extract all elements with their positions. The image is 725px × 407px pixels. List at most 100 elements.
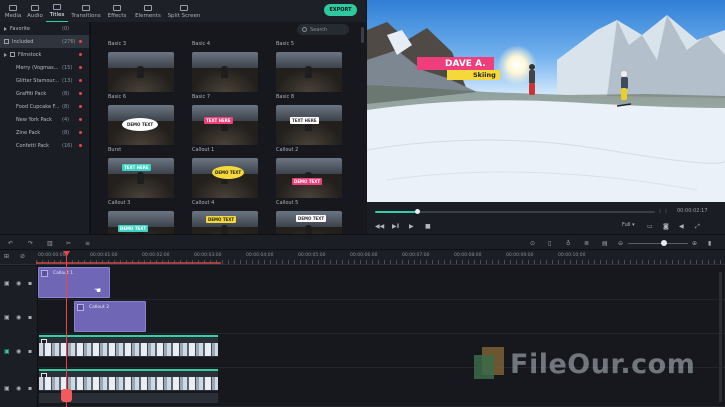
tab-media[interactable]: Media [2,1,24,22]
undo-icon[interactable]: ↶ [8,240,13,247]
tile-label: Callout 2 [276,147,299,153]
title-thumbnail-callout-4[interactable]: DEMO TEXT [192,158,258,198]
sidebar-item-filmstock[interactable]: Filmstock [0,48,89,61]
visibility-icon[interactable]: ◉ [16,314,21,321]
playback-scrubber[interactable] [375,209,655,214]
mark-out-icon[interactable]: ⁞ [665,208,667,215]
play-pause-icon[interactable]: ▶Ⅱ [392,223,400,230]
adjust-icon[interactable]: ≡ [85,240,90,247]
screenshot-icon[interactable]: ◙ [663,223,669,230]
lock-icon[interactable]: ▪ [28,280,32,287]
prev-frame-icon[interactable]: ◀◀ [375,223,384,230]
mixer-icon[interactable]: ≣ [584,240,589,247]
tab-titles[interactable]: Titles [46,1,68,22]
media-icon [9,5,17,11]
timecode: 00:00:02:17 [677,208,708,214]
ruler-label: 00:00:00:00 [38,253,66,258]
render-bar [36,262,221,264]
playhead[interactable] [66,254,67,407]
zoom-out-icon[interactable]: ⊖ [618,240,623,247]
player-controls: ⁞ ⁞ 00:00:02:17 ◀◀ ▶Ⅱ ▶ ■ Full ▾ ▭ ◙ ◀ ⤢ [367,202,725,234]
title-thumbnail-callout-3[interactable]: TEXT HERE [108,158,174,198]
new-dot-icon [79,131,82,134]
track-lane[interactable]: Callout 1 ☚ [38,266,725,300]
export-button[interactable]: EXPORT [324,4,357,16]
link-icon[interactable]: ⊘ [20,253,25,260]
mark-in-icon[interactable]: ⁞ [659,208,661,215]
tab-split-screen[interactable]: Split Screen [166,1,202,22]
playhead-marker[interactable] [61,389,72,402]
playback-progress [375,211,417,213]
title-track-icon: ▣ [4,314,10,321]
title-thumbnail-basic-7[interactable] [192,52,258,92]
title-thumbnail-callout-2[interactable]: TEXT HERE [276,105,342,145]
visibility-icon[interactable]: ◉ [16,385,21,392]
audio-meter-icon[interactable]: ▮ [708,240,711,247]
title-thumbnail-basic-6[interactable] [108,52,174,92]
tile-label: Basic 7 [192,94,211,100]
fullscreen-icon[interactable]: ⤢ [695,223,700,231]
sidebar-item-favorite[interactable]: Favorite (0) [0,22,89,35]
sidebar-item-graffiti[interactable]: Graffiti Pack (8) [0,87,89,100]
visibility-icon[interactable]: ◉ [16,280,21,287]
title-thumbnail-callout-1[interactable]: TEXT HERE [192,105,258,145]
volume-icon[interactable]: ◀ [679,223,684,230]
zoom-in-icon[interactable]: ⊕ [692,240,697,247]
title-thumbnail-basic-8[interactable] [276,52,342,92]
sidebar-item-new-york[interactable]: New York Pack (4) [0,113,89,126]
lock-icon[interactable]: ▪ [28,385,32,392]
visibility-icon[interactable]: ◉ [16,348,21,355]
track-header: ▣ ◉ ▪ [0,266,38,300]
tab-transitions[interactable]: Transitions [68,1,104,22]
sidebar-item-glitter[interactable]: Glitter Stamour... (13) [0,74,89,87]
tab-audio[interactable]: Audio [24,1,46,22]
title-clip[interactable]: Callout 1 ☚ [38,267,110,298]
tile-label: Callout 4 [192,200,215,206]
title-overlay-sport[interactable]: Skiing [447,70,500,80]
search-input[interactable]: Search [297,24,349,35]
timeline-ruler[interactable]: ⊞ ⊘ 00:00:00:00 00:00:01:00 00:00:02:00 … [0,250,725,265]
sidebar-item-merry[interactable]: Merry (Vogmas... (15) [0,61,89,74]
title-clip[interactable]: Callout 2 [74,301,146,332]
grid-scrollbar[interactable] [361,27,364,43]
zoom-slider[interactable] [628,243,688,244]
sidebar-item-confetti[interactable]: Confetti Pack (16) [0,139,89,152]
title-thumbnail-burst[interactable]: DEMO TEXT [108,105,174,145]
stop-icon[interactable]: ■ [425,223,431,230]
render-icon[interactable]: ⊙ [530,240,535,247]
zoom-slider-handle[interactable] [661,240,667,246]
delete-icon[interactable]: ▥ [47,240,53,247]
scrubber-handle[interactable] [415,209,420,214]
title-thumbnail[interactable]: DEMO TEXT [192,211,258,234]
video-preview[interactable]: DAVE A. Skiing [367,0,725,202]
tab-effects[interactable]: Effects [104,1,130,22]
title-overlay-name[interactable]: DAVE A. [417,57,494,70]
marker-icon[interactable]: ▯ [548,240,551,247]
tab-elements[interactable]: Elements [130,1,166,22]
caption-icon[interactable]: ▤ [602,240,608,247]
sidebar-item-zine[interactable]: Zine Pack (8) [0,126,89,139]
quality-select[interactable]: Full ▾ [622,222,635,228]
title-clip-icon [77,304,84,311]
ruler-label: 00:00:05:00 [298,253,326,258]
lock-icon[interactable]: ▪ [28,314,32,321]
track-lane[interactable]: Callout 2 [38,300,725,334]
title-thumbnail-callout-5[interactable]: DEMO TEXT [276,158,342,198]
thumb-caption: TEXT HERE [204,117,233,124]
title-thumbnail[interactable]: DEMO TEXT [276,211,342,234]
mic-icon[interactable]: ♁ [566,240,570,247]
timeline-scrollbar[interactable] [719,272,722,402]
lock-icon[interactable]: ▪ [28,348,32,355]
add-track-icon[interactable]: ⊞ [4,253,9,260]
new-dot-icon [79,144,82,147]
thumb-caption: TEXT HERE [290,117,319,124]
title-thumbnail[interactable]: DEMO TEXT [108,211,174,234]
snapshot-icon[interactable]: ▭ [647,223,653,230]
ruler-label: 00:00:07:00 [402,253,430,258]
redo-icon[interactable]: ↷ [28,240,33,247]
top-nav: Media Audio Titles Transitions Effects E… [0,0,366,22]
sidebar-item-included[interactable]: Included (276) [0,35,89,48]
play-icon[interactable]: ▶ [409,223,414,230]
cut-icon[interactable]: ✂ [66,240,71,247]
sidebar-item-food-cupcake[interactable]: Food Cupcake F... (8) [0,100,89,113]
